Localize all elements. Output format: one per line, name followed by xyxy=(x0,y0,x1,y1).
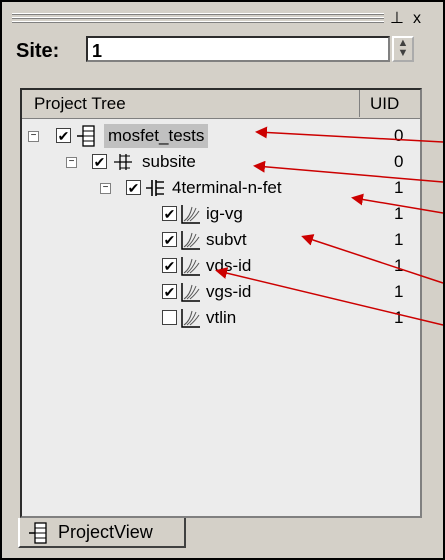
tree-item-label[interactable]: vgs-id xyxy=(206,280,251,304)
tree-row-vds-id[interactable]: ✔ vds-id 1 xyxy=(22,254,420,278)
panel-title-bar[interactable]: ⊥ x xyxy=(8,8,433,30)
project-icon xyxy=(29,522,47,544)
tree-row-subsite[interactable]: − ✔ subsite 0 xyxy=(22,150,420,174)
subsite-icon xyxy=(114,154,132,170)
collapse-icon[interactable]: − xyxy=(66,157,77,168)
tree-row-subvt[interactable]: ✔ subvt 1 xyxy=(22,228,420,252)
tree-item-uid: 1 xyxy=(394,230,404,249)
test-icon xyxy=(181,231,200,250)
project-tree[interactable]: Project Tree UID − ✔ mosfet_tests 0 − ✔ xyxy=(20,88,422,518)
tree-item-uid: 1 xyxy=(394,256,404,275)
tab-label: ProjectView xyxy=(58,522,153,542)
project-view-panel: ⊥ x Site: 1 ▲ ▼ Project Tree UID − ✔ mosf… xyxy=(0,0,445,560)
tree-row-4terminal-n-fet[interactable]: − ✔ 4terminal-n-fet 1 xyxy=(22,176,420,200)
pin-icon[interactable]: ⊥ xyxy=(388,10,406,28)
tree-item-label[interactable]: vds-id xyxy=(206,254,251,278)
tab-strip: ProjectView xyxy=(12,518,432,552)
tree-item-uid: 1 xyxy=(394,204,404,223)
tree-row-vgs-id[interactable]: ✔ vgs-id 1 xyxy=(22,280,420,304)
tab-project-view[interactable]: ProjectView xyxy=(18,518,186,548)
close-icon[interactable]: x xyxy=(408,10,426,28)
site-spinner[interactable]: ▲ ▼ xyxy=(392,36,414,62)
column-uid[interactable]: UID xyxy=(362,90,420,117)
test-icon xyxy=(181,283,200,302)
tree-item-label[interactable]: subsite xyxy=(142,150,196,174)
tree-item-uid: 0 xyxy=(394,152,404,171)
row-checkbox[interactable]: ✔ xyxy=(162,258,177,273)
row-checkbox[interactable]: ✔ xyxy=(162,206,177,221)
row-checkbox[interactable]: ✔ xyxy=(162,284,177,299)
collapse-icon[interactable]: − xyxy=(28,131,39,142)
site-label: Site: xyxy=(16,40,60,62)
tree-item-uid: 1 xyxy=(394,282,404,301)
tree-row-vtlin[interactable]: vtlin 1 xyxy=(22,306,420,330)
tree-item-uid: 0 xyxy=(394,126,404,145)
row-checkbox[interactable]: ✔ xyxy=(56,128,71,143)
row-checkbox[interactable] xyxy=(162,310,177,325)
column-project-tree[interactable]: Project Tree xyxy=(22,90,360,117)
test-icon xyxy=(181,309,200,328)
tree-item-uid: 1 xyxy=(394,178,404,197)
test-icon xyxy=(181,257,200,276)
tree-column-header: Project Tree UID xyxy=(22,90,420,119)
tree-row-mosfet-tests[interactable]: − ✔ mosfet_tests 0 xyxy=(22,124,420,148)
device-icon xyxy=(146,180,164,196)
test-icon xyxy=(181,205,200,224)
row-checkbox[interactable]: ✔ xyxy=(126,180,141,195)
tree-item-uid: 1 xyxy=(394,308,404,327)
tree-item-label[interactable]: subvt xyxy=(206,228,247,252)
drag-grip[interactable] xyxy=(12,13,384,25)
row-checkbox[interactable]: ✔ xyxy=(162,232,177,247)
row-checkbox[interactable]: ✔ xyxy=(92,154,107,169)
project-icon xyxy=(77,125,95,147)
collapse-icon[interactable]: − xyxy=(100,183,111,194)
tree-item-label[interactable]: 4terminal-n-fet xyxy=(172,176,282,200)
tree-item-label[interactable]: ig-vg xyxy=(206,202,243,226)
tree-item-label[interactable]: vtlin xyxy=(206,306,236,330)
tree-row-ig-vg[interactable]: ✔ ig-vg 1 xyxy=(22,202,420,226)
site-input[interactable]: 1 xyxy=(86,36,390,62)
tree-item-label[interactable]: mosfet_tests xyxy=(104,124,209,148)
